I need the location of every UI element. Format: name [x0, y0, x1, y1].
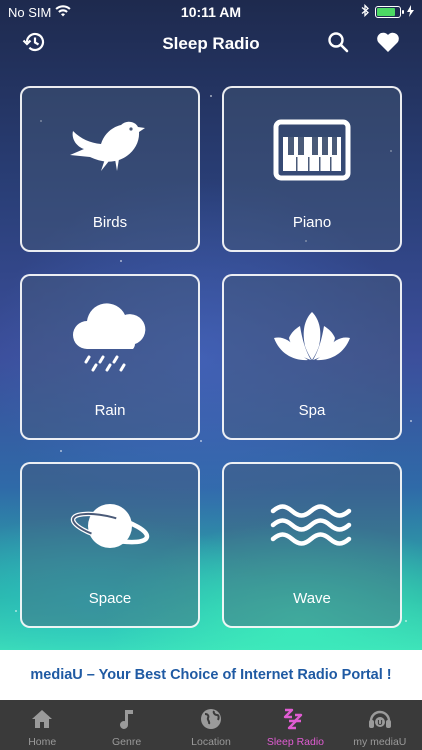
music-note-icon [119, 708, 135, 730]
category-label: Piano [292, 214, 332, 231]
category-tile-space[interactable]: Space [20, 462, 200, 628]
category-label: Birds [92, 214, 128, 231]
category-label: Wave [293, 590, 331, 607]
tab-sleep-radio[interactable]: Sleep Radio [253, 700, 337, 750]
promo-banner[interactable]: mediaU – Your Best Choice of Internet Ra… [0, 650, 422, 700]
bird-icon [22, 112, 198, 188]
tab-my-mediau[interactable]: U my mediaU [338, 700, 422, 750]
search-icon [327, 31, 349, 58]
mediau-user-icon: U [368, 708, 392, 730]
wifi-icon [55, 4, 71, 20]
history-button[interactable] [20, 30, 48, 58]
tab-label: Home [28, 736, 57, 748]
battery-fill [377, 8, 395, 16]
history-icon [22, 30, 46, 59]
tab-location[interactable]: Location [169, 700, 253, 750]
category-tile-spa[interactable]: Spa [222, 274, 402, 440]
tab-home[interactable]: Home [0, 700, 84, 750]
favorites-button[interactable] [374, 30, 402, 58]
battery-icon [375, 6, 404, 18]
charging-bolt-icon [407, 4, 414, 20]
page-title: Sleep Radio [162, 34, 260, 53]
carrier-label: No SIM [8, 4, 52, 20]
lotus-icon [224, 300, 400, 376]
category-label: Space [88, 590, 132, 607]
piano-icon [224, 112, 400, 188]
wave-icon [224, 488, 400, 564]
globe-icon [200, 708, 222, 730]
home-icon [31, 708, 53, 730]
category-grid: Birds Piano Rain Spa Space Wave [20, 86, 402, 628]
heart-icon [376, 31, 400, 58]
category-tile-birds[interactable]: Birds [20, 86, 200, 252]
tab-label: Sleep Radio [266, 736, 325, 748]
rain-cloud-icon [22, 300, 198, 376]
category-tile-piano[interactable]: Piano [222, 86, 402, 252]
planet-icon [22, 488, 198, 564]
category-label: Spa [298, 402, 326, 419]
status-bar: No SIM 10:11 AM [0, 0, 422, 24]
category-label: Rain [94, 402, 126, 419]
category-tile-rain[interactable]: Rain [20, 274, 200, 440]
banner-text: mediaU – Your Best Choice of Internet Ra… [30, 667, 392, 683]
tab-label: Location [191, 736, 231, 748]
category-tile-wave[interactable]: Wave [222, 462, 402, 628]
tab-bar: Home Genre Location Sleep Radio U my med… [0, 700, 422, 750]
tab-label: Genre [112, 736, 142, 748]
tab-genre[interactable]: Genre [84, 700, 168, 750]
tab-label: my mediaU [353, 736, 407, 748]
bluetooth-icon [361, 3, 369, 20]
svg-text:U: U [377, 720, 382, 727]
zzz-icon [283, 708, 307, 730]
search-button[interactable] [324, 30, 352, 58]
nav-bar: Sleep Radio [0, 24, 422, 64]
